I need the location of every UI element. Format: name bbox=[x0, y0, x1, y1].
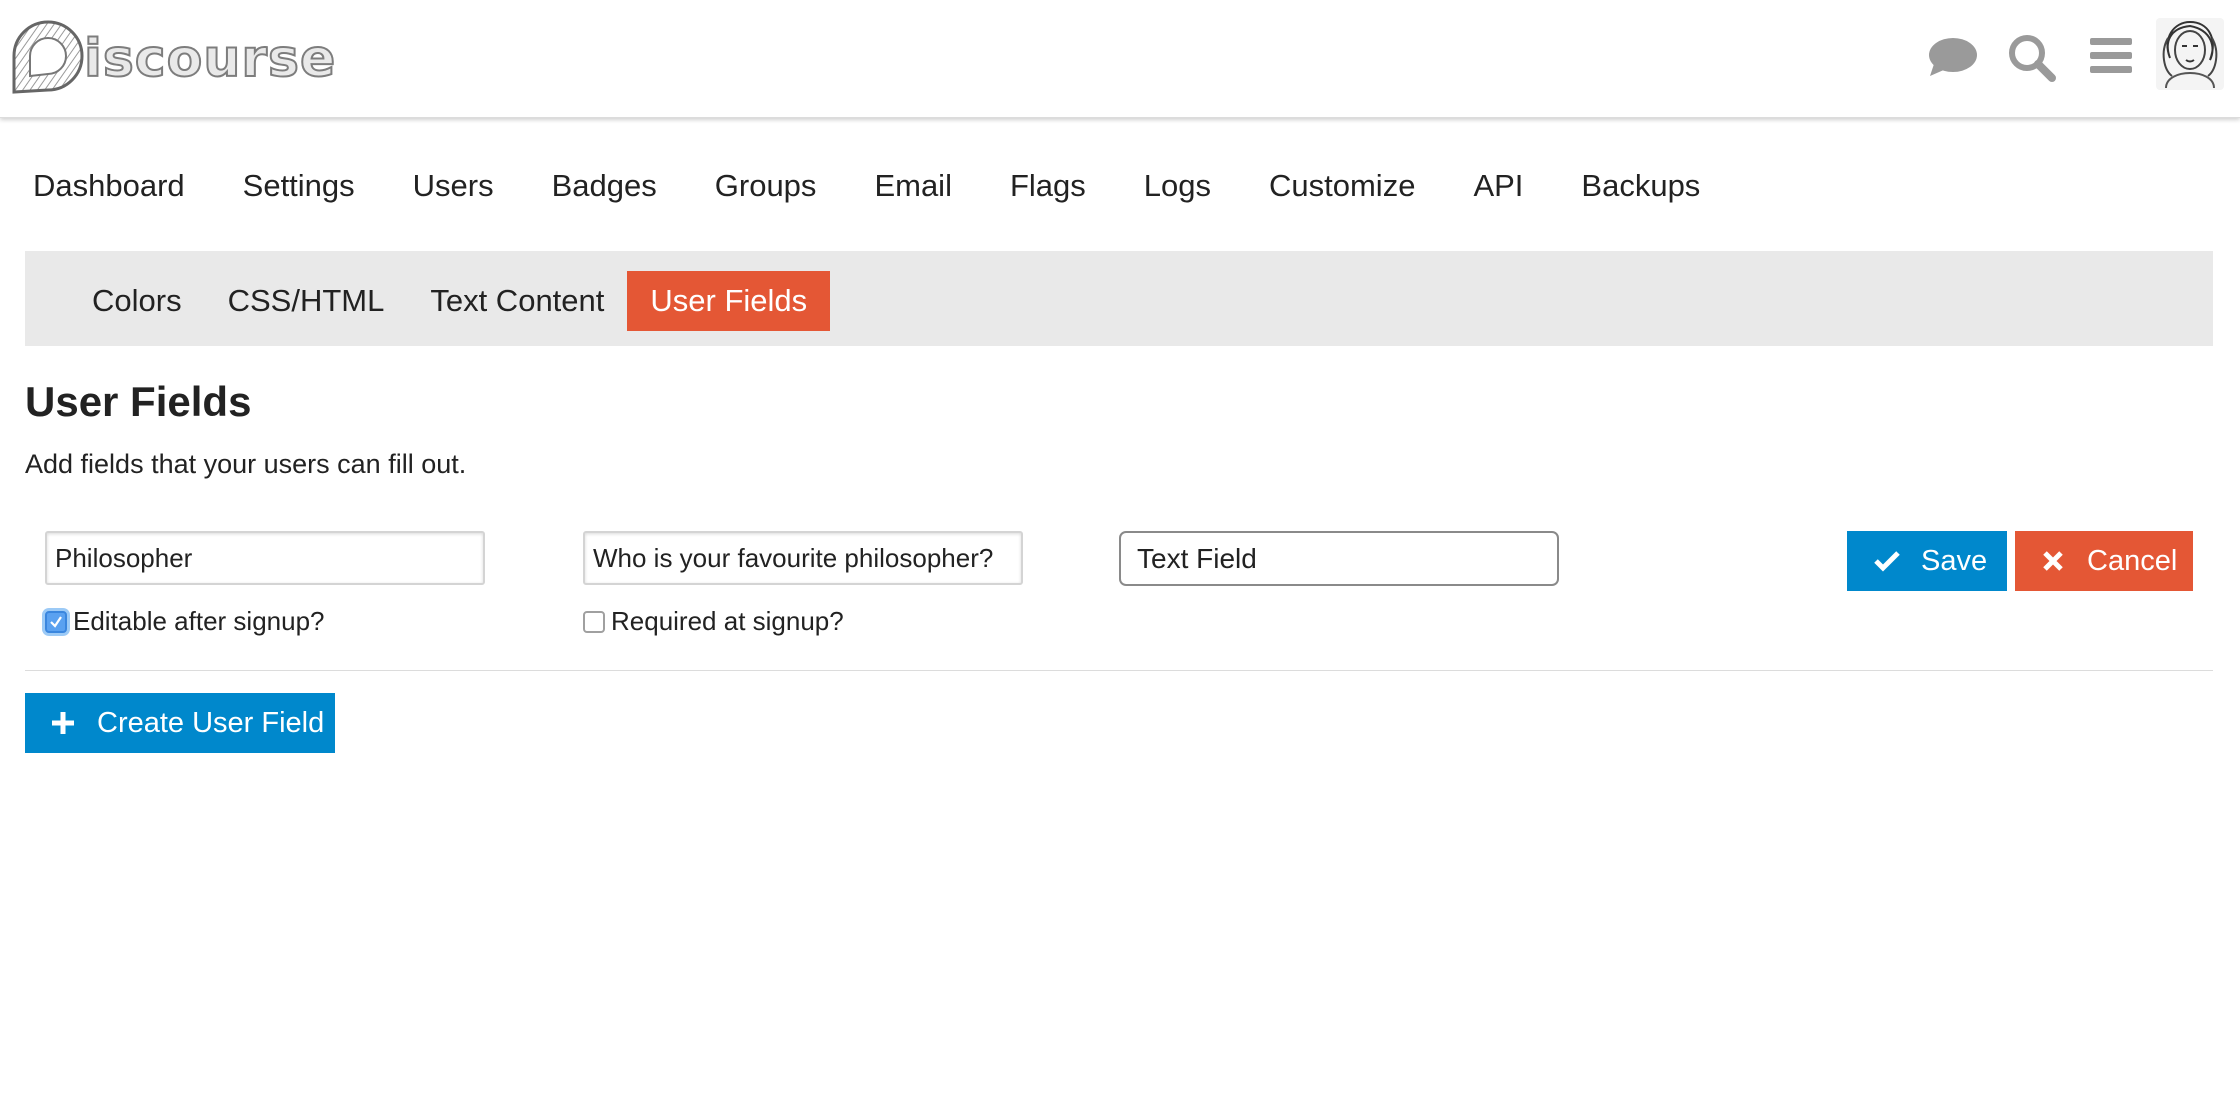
create-user-field-label: Create User Field bbox=[97, 706, 325, 739]
create-user-field-button[interactable]: Create User Field bbox=[25, 693, 335, 753]
close-icon bbox=[2043, 551, 2063, 571]
required-at-signup-checkbox[interactable] bbox=[583, 610, 605, 633]
cancel-button[interactable]: Cancel bbox=[2015, 531, 2193, 591]
nav-settings[interactable]: Settings bbox=[214, 162, 384, 210]
tab-text-content[interactable]: Text Content bbox=[407, 271, 627, 331]
nav-backups[interactable]: Backups bbox=[1552, 162, 1729, 210]
search-icon[interactable] bbox=[2004, 30, 2060, 86]
field-description-input[interactable] bbox=[583, 531, 1023, 585]
page-description: Add fields that your users can fill out. bbox=[25, 449, 467, 479]
tab-css-html[interactable]: CSS/HTML bbox=[205, 271, 408, 331]
customize-sub-nav: Colors CSS/HTML Text Content User Fields bbox=[25, 251, 2213, 346]
nav-customize[interactable]: Customize bbox=[1240, 162, 1444, 210]
user-avatar[interactable] bbox=[2156, 18, 2224, 90]
nav-api[interactable]: API bbox=[1444, 162, 1552, 210]
checkmark-icon bbox=[50, 615, 62, 628]
nav-groups[interactable]: Groups bbox=[686, 162, 846, 210]
hamburger-menu-icon[interactable] bbox=[2084, 30, 2140, 86]
divider bbox=[25, 670, 2213, 671]
nav-logs[interactable]: Logs bbox=[1115, 162, 1240, 210]
nav-dashboard[interactable]: Dashboard bbox=[0, 162, 214, 210]
nav-badges[interactable]: Badges bbox=[523, 162, 686, 210]
tab-user-fields[interactable]: User Fields bbox=[627, 271, 831, 331]
save-button-label: Save bbox=[1921, 544, 1988, 577]
nav-email[interactable]: Email bbox=[845, 162, 981, 210]
editable-after-signup-checkbox[interactable] bbox=[45, 610, 67, 633]
editable-after-signup-label: Editable after signup? bbox=[73, 606, 325, 636]
field-type-value: Text Field bbox=[1137, 543, 1257, 574]
discourse-logo[interactable]: iscourse bbox=[8, 14, 336, 98]
tab-colors[interactable]: Colors bbox=[69, 271, 205, 331]
logo-text: iscourse bbox=[83, 28, 337, 90]
plus-icon bbox=[52, 712, 74, 734]
admin-main-nav: Dashboard Settings Users Badges Groups E… bbox=[0, 160, 1729, 212]
field-type-select[interactable]: Text Field bbox=[1119, 531, 1559, 586]
field-name-input[interactable] bbox=[45, 531, 485, 585]
check-icon bbox=[1874, 551, 1900, 572]
save-button[interactable]: Save bbox=[1847, 531, 2007, 591]
nav-flags[interactable]: Flags bbox=[981, 162, 1115, 210]
chat-bubble-icon[interactable] bbox=[1924, 30, 1980, 86]
nav-users[interactable]: Users bbox=[384, 162, 523, 210]
editable-after-signup-row: Editable after signup? bbox=[45, 606, 325, 637]
page-title: User Fields bbox=[25, 378, 252, 425]
required-at-signup-row: Required at signup? bbox=[583, 606, 844, 637]
discourse-logo-icon bbox=[12, 20, 84, 94]
required-at-signup-label: Required at signup? bbox=[611, 606, 844, 636]
site-header: iscourse bbox=[0, 0, 2240, 118]
cancel-button-label: Cancel bbox=[2087, 544, 2178, 577]
